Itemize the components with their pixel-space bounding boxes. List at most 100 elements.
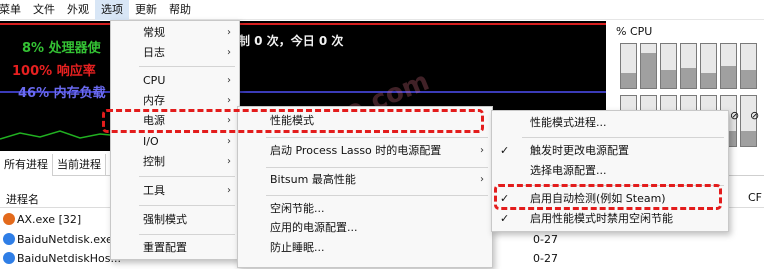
highlight-auto-detect [494, 184, 722, 210]
cpu-core-bar [620, 43, 637, 89]
checkmark-icon: ✓ [500, 212, 510, 225]
menu-item-general[interactable]: 常规 › [111, 23, 239, 43]
chevron-right-icon: › [227, 185, 231, 196]
menu-item-applied-power-profile[interactable]: 应用的电源配置... [238, 218, 492, 238]
leaf-icon: ⊘ [730, 109, 740, 122]
cpu-core-fill [741, 131, 756, 146]
cpu-panel-title: % CPU [616, 25, 653, 38]
menu-item-io[interactable]: I/O › [111, 132, 239, 152]
cpu-core-fill [641, 52, 656, 88]
menu-item-select-power-profile[interactable]: 选择电源配置... [492, 161, 728, 181]
process-name: BaiduNetdiskHos... [17, 252, 121, 265]
cpu-core-bar [740, 43, 757, 89]
checkmark-icon: ✓ [500, 144, 510, 157]
menu-item-label: 重置配置 [143, 241, 187, 254]
menu-item-label: 性能模式进程... [530, 116, 607, 129]
menu-item-startup-power-profile[interactable]: 启动 Process Lasso 时的电源配置 › [238, 141, 492, 161]
menu-item-performance-processes[interactable]: 性能模式进程... [492, 113, 728, 133]
menu-item-bitsum-highest[interactable]: Bitsum 最高性能 › [238, 170, 492, 190]
menu-separator [522, 137, 724, 138]
chevron-right-icon: › [227, 156, 231, 167]
menu-item-force-mode[interactable]: 强制模式 [111, 210, 239, 230]
cpu-core-bar [680, 43, 697, 89]
restraint-count-text: 制 0 次，今日 0 次 [238, 34, 344, 48]
menu-item-label: 选择电源配置... [530, 164, 607, 177]
cpu-core-bar [720, 43, 737, 89]
menu-bar: 主菜单 文件 外观 选项 更新 帮助 [0, 0, 764, 20]
menu-item-label: 日志 [143, 46, 165, 59]
menu-options[interactable]: 选项 [95, 0, 129, 20]
menu-item-log[interactable]: 日志 › [111, 43, 239, 63]
cpu-core-bar [700, 43, 717, 89]
menu-item-label: 触发时更改电源配置 [530, 144, 629, 157]
baidu-icon [3, 233, 15, 245]
menu-item-label: 空闲节能... [270, 202, 325, 215]
menu-item-label: Bitsum 最高性能 [270, 173, 356, 186]
menu-item-prevent-sleep[interactable]: 防止睡眠... [238, 238, 492, 258]
cpu-core-fill [741, 70, 756, 88]
menu-item-label: 强制模式 [143, 213, 187, 226]
menu-item-cpu[interactable]: CPU › [111, 71, 239, 91]
tab-active-processes[interactable]: 当前进程 [53, 154, 106, 176]
menu-separator [139, 176, 235, 177]
tab-all-processes[interactable]: 所有进程 [0, 154, 53, 176]
chevron-right-icon: › [480, 174, 484, 185]
chevron-right-icon: › [227, 95, 231, 106]
menu-separator [139, 205, 235, 206]
chevron-right-icon: › [227, 47, 231, 58]
menu-separator [266, 195, 488, 196]
menu-view[interactable]: 外观 [61, 0, 95, 20]
app-icon [3, 213, 15, 225]
menu-item-control[interactable]: 控制 › [111, 152, 239, 172]
process-name: AX.exe [32] [17, 213, 82, 226]
cpu-core-fill [621, 72, 636, 88]
response-rate-text: 100% 响应率 [12, 64, 96, 79]
menu-help[interactable]: 帮助 [163, 0, 197, 20]
cpu-core-bar [660, 43, 677, 89]
menu-item-label: 防止睡眠... [270, 241, 325, 254]
menu-item-label: 工具 [143, 184, 165, 197]
menu-item-label: 启动 Process Lasso 时的电源配置 [270, 144, 442, 157]
menu-item-label: 控制 [143, 155, 165, 168]
menu-item-disable-idle-saver[interactable]: ✓ 启用性能模式时禁用空闲节能 [492, 209, 728, 229]
cpu-core-bar [640, 43, 657, 89]
menu-separator [139, 66, 235, 67]
column-process-name[interactable]: 进程名 [6, 191, 39, 207]
menu-separator [139, 234, 235, 235]
menu-separator [266, 137, 488, 138]
highlight-power-row [102, 109, 484, 133]
chevron-right-icon: › [227, 136, 231, 147]
menu-update[interactable]: 更新 [129, 0, 163, 20]
leaf-icon: ⊘ [750, 109, 760, 122]
cpu-core-fill [681, 68, 696, 88]
menu-item-reset-config[interactable]: 重置配置 [111, 238, 239, 258]
menu-main[interactable]: 主菜单 [0, 0, 27, 20]
chevron-right-icon: › [227, 75, 231, 86]
process-affinity: 0-27 [533, 233, 558, 246]
menu-item-label: I/O [143, 135, 159, 148]
menu-file[interactable]: 文件 [27, 0, 61, 20]
menu-item-label: 内存 [143, 94, 165, 107]
cpu-usage-text: 8% 处理器使 [22, 41, 101, 56]
cpu-core-fill [701, 72, 716, 88]
chevron-right-icon: › [227, 27, 231, 38]
menu-item-memory[interactable]: 内存 › [111, 91, 239, 111]
menu-item-tools[interactable]: 工具 › [111, 181, 239, 201]
menu-item-label: 常规 [143, 26, 165, 39]
options-menu: 常规 › 日志 › CPU › 内存 › 电源 › I/O › 控制 › 工具 … [110, 20, 240, 260]
cpu-core-fill [661, 70, 676, 88]
process-affinity: 0-27 [533, 252, 558, 265]
baidu-icon [3, 252, 15, 264]
performance-mode-submenu: 性能模式进程... ✓ 触发时更改电源配置 选择电源配置... ✓ 启用自动检测… [491, 110, 729, 232]
menu-item-idle-saver[interactable]: 空闲节能... [238, 199, 492, 219]
menu-item-label: CPU [143, 74, 166, 87]
menu-item-label: 启用性能模式时禁用空闲节能 [530, 212, 673, 225]
memory-load-text: 46% 内存负载 [18, 86, 106, 101]
menu-item-label: 应用的电源配置... [270, 221, 358, 234]
column-cpu[interactable]: CF [748, 191, 762, 204]
cpu-core-fill [721, 66, 736, 88]
menu-item-change-power-on-trigger[interactable]: ✓ 触发时更改电源配置 [492, 141, 728, 161]
chevron-right-icon: › [480, 145, 484, 156]
process-name: BaiduNetdisk.exe [17, 233, 113, 246]
menu-separator [266, 167, 488, 168]
